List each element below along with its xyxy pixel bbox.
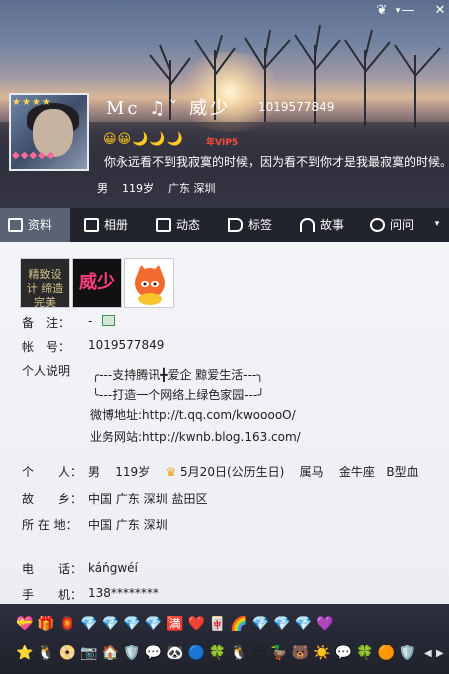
description-line: 微博地址:http://t.qq.com/kwooooO/ bbox=[90, 408, 296, 422]
description-line: ╭---支持腾讯╋爱企 黥爱生活---╮ bbox=[92, 368, 264, 382]
avatar-star-badges: ★★★★ bbox=[12, 97, 52, 108]
design-badge[interactable]: 精致设计 缔造完美 bbox=[20, 258, 70, 308]
album-icon bbox=[84, 218, 99, 232]
remark-label: 备 注： bbox=[22, 316, 71, 330]
hometown-label: 故 乡： bbox=[22, 492, 83, 506]
gender: 男 bbox=[97, 182, 108, 195]
tag-icon bbox=[228, 218, 243, 232]
tab-tags[interactable]: 标签 bbox=[220, 208, 290, 243]
tab-label: 相册 bbox=[104, 218, 129, 232]
account-label: 帐 号： bbox=[22, 340, 71, 354]
mobile-label: 手 机： bbox=[22, 588, 83, 602]
avatar-gem-badges: ◆◆◆◆◆ bbox=[12, 150, 56, 161]
close-button[interactable]: ✕ bbox=[430, 3, 449, 19]
edit-remark-icon[interactable] bbox=[102, 315, 115, 326]
hometown-value: 中国 广东 深圳 盐田区 bbox=[88, 492, 208, 506]
vip-badge[interactable]: 年VIP5 bbox=[206, 135, 238, 148]
fox-badge[interactable] bbox=[124, 258, 174, 308]
person-sign: 金牛座 bbox=[338, 465, 375, 479]
tab-feed[interactable]: 动态 bbox=[148, 208, 218, 243]
person-label: 个 人： bbox=[22, 465, 83, 479]
signature: 你永远看不到我寂寞的时候，因为看不到你才是我最寂寞的时候。 bbox=[104, 155, 449, 169]
tab-label: 动态 bbox=[176, 218, 201, 232]
person-age: 119岁 bbox=[115, 465, 151, 479]
tab-label: 故事 bbox=[320, 218, 345, 232]
person-zodiac: 属马 bbox=[299, 465, 324, 479]
tab-album[interactable]: 相册 bbox=[76, 208, 146, 243]
age: 119岁 bbox=[122, 182, 154, 195]
phone-label: 电 话： bbox=[22, 562, 83, 576]
minimize-button[interactable]: — bbox=[398, 3, 418, 19]
person-blood: B型血 bbox=[386, 465, 419, 479]
service-icon-bar: 💝🎁🏮💎💎💎💎🈵❤️🀄🌈💎💎💎💜 ⭐🐧📀📷🏠🛡️💬🐼🔵🍀🐧😶🦆🐻☀️💬🍀🟠🛡️ … bbox=[0, 604, 449, 674]
description-label: 个人说明 bbox=[22, 364, 71, 378]
basic-info: 男 119岁 广东 深圳 bbox=[97, 180, 216, 196]
feed-icon bbox=[156, 218, 171, 232]
tab-profile[interactable]: 资料 bbox=[0, 208, 70, 243]
fox-icon bbox=[135, 265, 165, 305]
residence-label: 所 在 地： bbox=[22, 518, 78, 532]
person-birthday: 5月20日(公历生日) bbox=[180, 465, 285, 479]
description-line: 业务网站:http://kwnb.blog.163.com/ bbox=[90, 430, 301, 444]
tab-label: 问问 bbox=[390, 218, 415, 232]
story-icon bbox=[300, 218, 315, 232]
level-emoticons[interactable]: 😀😀🌙🌙🌙 bbox=[103, 132, 184, 147]
tab-more-button[interactable]: ▾ bbox=[428, 209, 446, 239]
tab-bar: 资料 相册 动态 标签 故事 问问 bbox=[0, 207, 449, 243]
residence-value: 中国 广东 深圳 bbox=[88, 518, 168, 532]
phone-value: káńgwéí bbox=[88, 561, 138, 575]
qq-number: 1019577849 bbox=[258, 100, 335, 114]
name-badge[interactable]: 威少 bbox=[72, 258, 122, 308]
tab-label: 资料 bbox=[28, 218, 53, 232]
tab-story[interactable]: 故事 bbox=[292, 208, 362, 243]
app-icon-row[interactable]: ⭐🐧📀📷🏠🛡️💬🐼🔵🍀🐧😶🦆🐻☀️💬🍀🟠🛡️ bbox=[16, 645, 416, 665]
person-gender: 男 bbox=[88, 465, 101, 479]
profile-header: ❦ ▾ — ✕ ★★★★ ◆◆◆◆◆ Mc ♫ˇ 威少 1019577849 😀… bbox=[0, 0, 449, 207]
profile-icon bbox=[8, 218, 23, 232]
mobile-value: 138******** bbox=[88, 586, 159, 600]
location: 广东 深圳 bbox=[168, 182, 216, 195]
badge-icon-row[interactable]: 💝🎁🏮💎💎💎💎🈵❤️🀄🌈💎💎💎💜 bbox=[16, 616, 356, 636]
remark-value: - bbox=[88, 314, 93, 328]
description-line: ╰---打造一个网络上绿色家园---╯ bbox=[92, 388, 265, 402]
nickname: Mc ♫ˇ 威少 bbox=[106, 98, 232, 119]
profile-details: 精致设计 缔造完美 威少 备 注： - 帐 号： 1019577849 个人说明… bbox=[0, 242, 449, 604]
tab-question[interactable]: 问问 bbox=[362, 208, 428, 243]
scroll-left-icon[interactable]: ◀ bbox=[424, 648, 432, 659]
tab-label: 标签 bbox=[248, 218, 273, 232]
account-value: 1019577849 bbox=[88, 338, 165, 352]
question-icon bbox=[370, 218, 385, 232]
crown-icon: ♛ bbox=[165, 465, 177, 479]
person-info: 男 119岁 ♛ 5月20日(公历生日) 属马 金牛座 B型血 bbox=[88, 463, 419, 480]
scroll-right-icon[interactable]: ▶ bbox=[436, 648, 444, 659]
